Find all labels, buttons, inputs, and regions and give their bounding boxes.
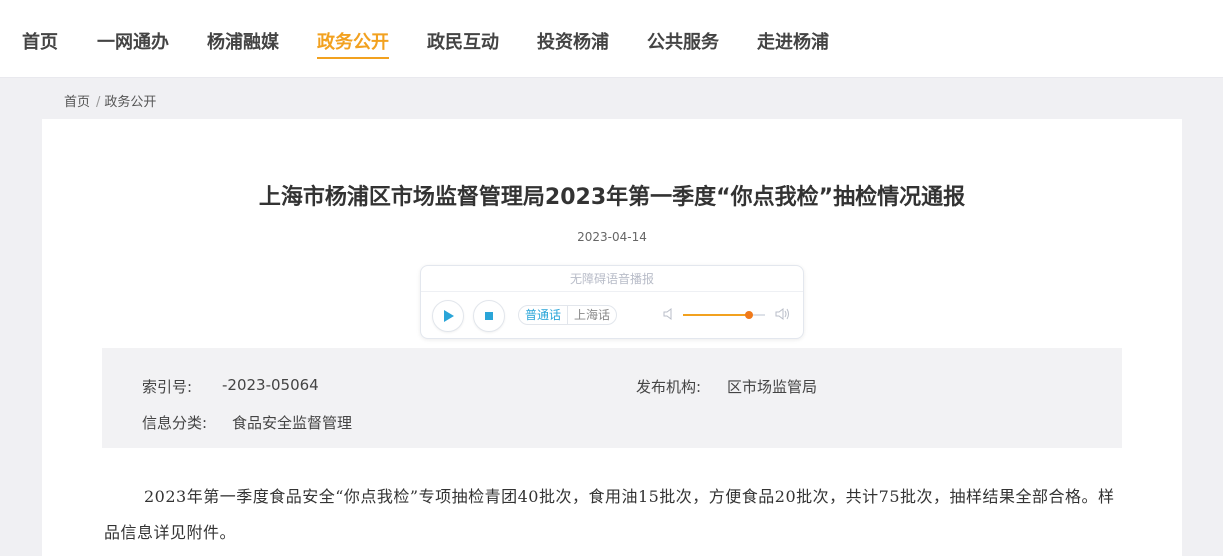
category-label: 信息分类: xyxy=(142,414,208,432)
play-button[interactable] xyxy=(432,300,464,332)
nav-item-gov-affairs[interactable]: 政务公开 xyxy=(317,28,389,54)
volume-low-icon[interactable] xyxy=(662,307,676,321)
breadcrumb-separator: / xyxy=(96,95,101,110)
index-number-label: 索引号: xyxy=(142,378,193,396)
volume-high-icon[interactable] xyxy=(774,307,790,321)
stop-button[interactable] xyxy=(473,300,505,332)
publisher-label: 发布机构: xyxy=(636,378,702,396)
audio-player: 无障碍语音播报 普通话 上海话 xyxy=(420,265,804,339)
active-tab-underline xyxy=(317,57,389,59)
article-date: 2023-04-14 xyxy=(577,230,647,244)
breadcrumb-home[interactable]: 首页 xyxy=(64,95,90,110)
nav-item-about[interactable]: 走进杨浦 xyxy=(757,28,829,54)
player-title: 无障碍语音播报 xyxy=(421,270,803,292)
nav-item-investment[interactable]: 投资杨浦 xyxy=(537,28,609,54)
play-icon xyxy=(444,310,454,322)
index-number-value: -2023-05064 xyxy=(222,376,319,394)
breadcrumb: 首页 / 政务公开 xyxy=(64,91,156,110)
article-title: 上海市杨浦区市场监督管理局2023年第一季度“你点我检”抽检情况通报 xyxy=(258,185,966,210)
volume-slider-fill xyxy=(683,314,749,316)
nav-item-media[interactable]: 杨浦融媒 xyxy=(207,28,279,54)
nav-item-online-services[interactable]: 一网通办 xyxy=(97,28,169,54)
lang-mandarin-button[interactable]: 普通话 xyxy=(519,306,569,324)
language-toggle: 普通话 上海话 xyxy=(518,305,618,325)
nav-item-public-services[interactable]: 公共服务 xyxy=(647,28,719,54)
nav-item-home[interactable]: 首页 xyxy=(22,28,58,54)
nav-item-interaction[interactable]: 政民互动 xyxy=(427,28,499,54)
publisher-value: 区市场监管局 xyxy=(727,378,818,396)
article-metadata: 索引号: -2023-05064 发布机构: 区市场监管局 信息分类: 食品安全… xyxy=(102,348,1122,448)
volume-slider[interactable] xyxy=(683,311,765,319)
category-value: 食品安全监督管理 xyxy=(232,414,353,432)
top-navigation: 首页 一网通办 杨浦融媒 政务公开 政民互动 投资杨浦 公共服务 走进杨浦 xyxy=(0,0,1223,78)
lang-shanghainese-button[interactable]: 上海话 xyxy=(568,306,616,324)
breadcrumb-current[interactable]: 政务公开 xyxy=(104,95,156,110)
volume-slider-thumb[interactable] xyxy=(744,311,753,319)
article-body-paragraph: 2023年第一季度食品安全“你点我检”专项抽检青团40批次，食用油15批次，方便… xyxy=(104,487,1115,542)
article-panel: 上海市杨浦区市场监督管理局2023年第一季度“你点我检”抽检情况通报 2023-… xyxy=(42,119,1182,556)
stop-icon xyxy=(485,312,493,320)
